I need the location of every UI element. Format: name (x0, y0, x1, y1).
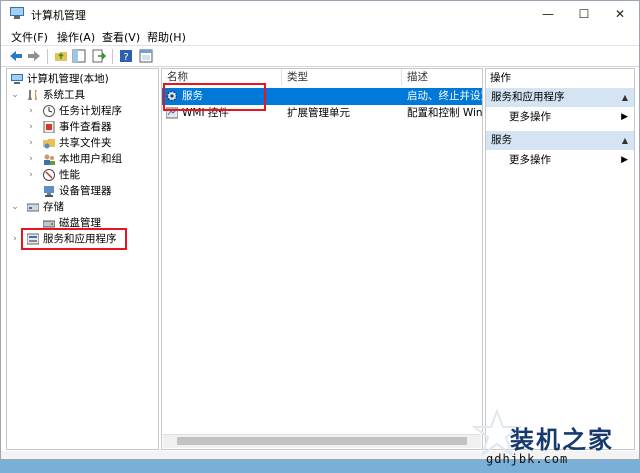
clock-icon (43, 105, 55, 117)
tree-item-label: 设备管理器 (59, 185, 112, 197)
minimize-button[interactable]: — (530, 1, 566, 27)
actions-pane: 操作 服务和应用程序 ▲ 更多操作 ▶ 服务 ▲ 更多操作 ▶ (485, 68, 635, 450)
cell-description: 启动、终止并设置 (407, 90, 482, 102)
item-list: 名称 类型 描述 服务 启动、终止并设置 WMI 控件 扩展管理单元 配置和控制… (161, 68, 483, 450)
action-label: 更多操作 (509, 154, 551, 166)
tree-item-label: 共享文件夹 (59, 137, 112, 149)
menu-bar: 文件(F) 操作(A) 查看(V) 帮助(H) (1, 27, 639, 45)
toolbar-separator (47, 49, 48, 64)
back-arrow-icon[interactable] (9, 49, 23, 63)
action-section-label: 服务和应用程序 (491, 91, 565, 103)
watermark-brand: 装机之家 (510, 425, 614, 454)
scrollbar-thumb[interactable] (177, 437, 467, 445)
computer-management-window: 计算机管理 — ☐ ✕ 文件(F) 操作(A) 查看(V) 帮助(H) ? 计算… (0, 0, 640, 460)
collapse-up-icon[interactable]: ▲ (622, 88, 628, 107)
highlight-box-services-apps (21, 228, 127, 250)
horizontal-scrollbar[interactable] (163, 434, 481, 448)
action-section-services-apps[interactable]: 服务和应用程序 ▲ (486, 88, 634, 107)
tree-item-label: 事件查看器 (59, 121, 112, 133)
maximize-button[interactable]: ☐ (566, 1, 602, 27)
submenu-arrow-icon: ▶ (621, 155, 628, 165)
tree-item-label: 系统工具 (43, 89, 85, 101)
cell-type: 扩展管理单元 (287, 107, 350, 119)
computer-management-icon (10, 7, 24, 19)
toolbar: ? (1, 45, 639, 67)
tools-icon (28, 90, 37, 100)
forward-arrow-icon[interactable] (27, 49, 41, 63)
action-section-label: 服务 (491, 134, 512, 146)
actions-header: 操作 (490, 72, 511, 84)
toolbar-separator (112, 49, 113, 64)
action-more-actions-2[interactable]: 更多操作 ▶ (486, 151, 634, 169)
shared-folder-icon (43, 139, 55, 149)
help-icon[interactable]: ? (119, 49, 133, 63)
tree-item-label: 任务计划程序 (59, 105, 122, 117)
svg-text:?: ? (123, 52, 128, 63)
window-title: 计算机管理 (31, 9, 86, 22)
chevron-down-icon[interactable]: ⌄ (11, 87, 19, 103)
tree-item-label: 存储 (43, 201, 64, 213)
menu-action[interactable]: 操作(A) (57, 29, 95, 45)
computer-management-icon (11, 74, 23, 84)
chevron-right-icon[interactable]: › (27, 135, 35, 151)
users-icon (44, 154, 55, 165)
action-section-services[interactable]: 服务 ▲ (486, 131, 634, 150)
action-more-actions-1[interactable]: 更多操作 ▶ (486, 108, 634, 126)
performance-icon (43, 169, 55, 181)
column-header-type[interactable]: 类型 (282, 69, 402, 86)
menu-help[interactable]: 帮助(H) (147, 29, 186, 45)
tree-item-label: 本地用户和组 (59, 153, 122, 165)
properties-pane-icon[interactable] (139, 49, 153, 63)
tree-item-label: 性能 (59, 169, 80, 181)
storage-icon (27, 203, 39, 212)
show-hide-tree-icon[interactable] (72, 49, 86, 63)
menu-file[interactable]: 文件(F) (11, 29, 48, 45)
cell-description: 配置和控制 Winc (407, 107, 482, 119)
chevron-right-icon[interactable]: › (27, 167, 35, 183)
up-folder-icon[interactable] (54, 49, 68, 63)
tree-item-label: 计算机管理(本地) (27, 73, 109, 85)
highlight-box-services (163, 83, 266, 111)
export-list-icon[interactable] (92, 49, 106, 63)
device-manager-icon (44, 186, 54, 197)
action-label: 更多操作 (509, 111, 551, 123)
watermark-url: gdhjbk.com (486, 452, 569, 466)
chevron-right-icon[interactable]: › (11, 231, 19, 247)
navigation-tree: 计算机管理(本地) ⌄ 系统工具 › 任务计划程序 › 事件查看器 › 共享文件… (6, 68, 159, 450)
chevron-right-icon[interactable]: › (27, 119, 35, 135)
title-bar[interactable]: 计算机管理 — ☐ ✕ (1, 1, 639, 27)
column-header-description[interactable]: 描述 (402, 69, 482, 86)
close-button[interactable]: ✕ (602, 1, 638, 27)
submenu-arrow-icon: ▶ (621, 112, 628, 122)
chevron-right-icon[interactable]: › (27, 151, 35, 167)
menu-view[interactable]: 查看(V) (102, 29, 140, 45)
chevron-right-icon[interactable]: › (27, 103, 35, 119)
collapse-up-icon[interactable]: ▲ (622, 131, 628, 150)
chevron-down-icon[interactable]: ⌄ (11, 199, 19, 215)
event-log-icon (43, 121, 55, 133)
